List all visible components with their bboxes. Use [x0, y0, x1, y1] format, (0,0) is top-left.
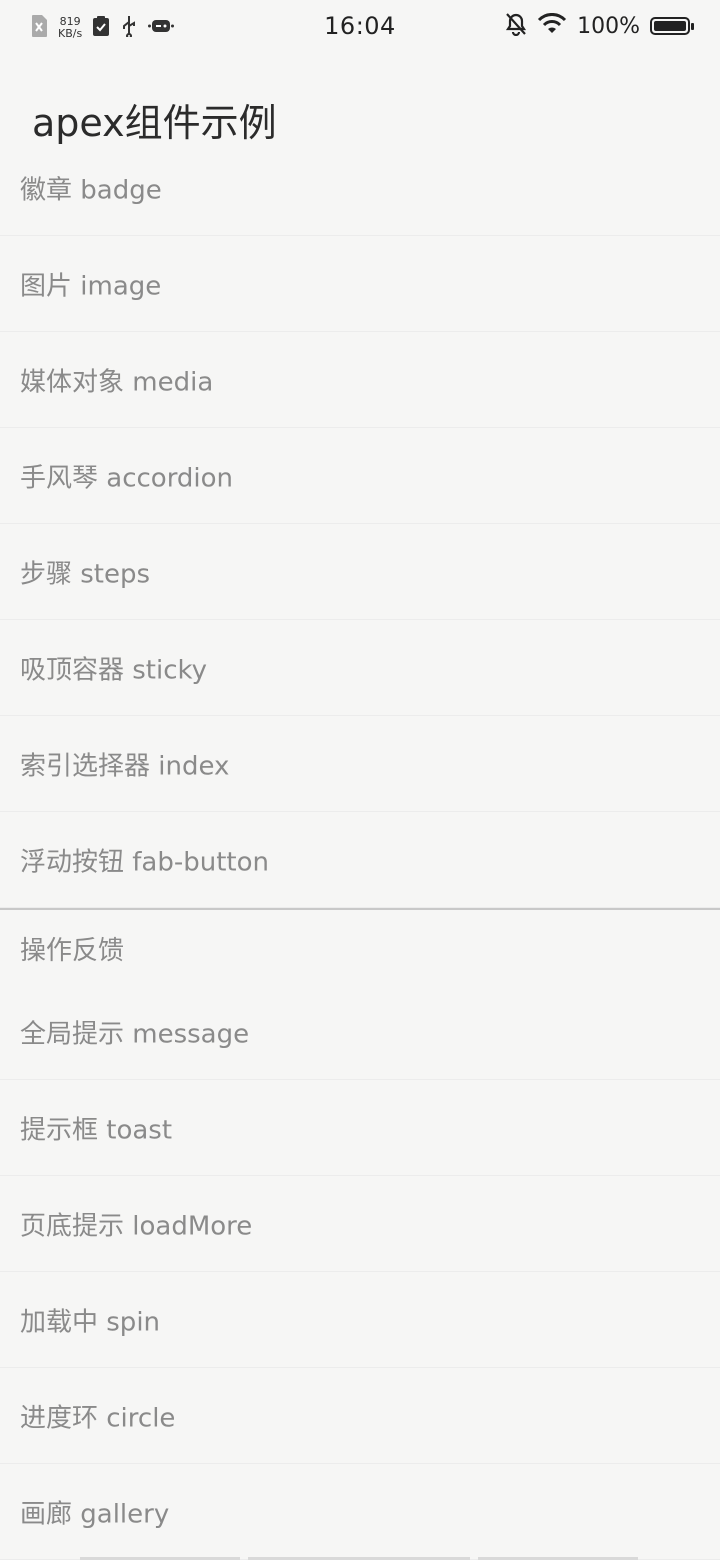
list-item-message[interactable]: 全局提示 message: [0, 984, 720, 1080]
list-item-gallery[interactable]: 画廊 gallery: [0, 1464, 720, 1560]
list-item-label: 图片 image: [20, 271, 162, 301]
battery-percent: 100%: [577, 13, 640, 39]
list-item-sticky[interactable]: 吸顶容器 sticky: [0, 620, 720, 716]
status-bar: 819 KB/s 16:04 100%: [0, 0, 720, 56]
list-item-steps[interactable]: 步骤 steps: [0, 524, 720, 620]
list-item-spin[interactable]: 加载中 spin: [0, 1272, 720, 1368]
wifi-icon: [537, 13, 567, 39]
list-item-label: 吸顶容器 sticky: [20, 655, 208, 685]
status-right-icons: 100%: [505, 12, 694, 40]
list-item-label: 手风琴 accordion: [20, 463, 234, 493]
component-list: 徽章 badge 图片 image 媒体对象 media 手风琴 accordi…: [0, 140, 720, 1560]
list-item-label: 画廊 gallery: [20, 1499, 170, 1529]
list-item-label: 步骤 steps: [20, 559, 151, 589]
list-item-label: 页底提示 loadMore: [20, 1211, 253, 1241]
section-header-feedback: 操作反馈: [0, 908, 720, 984]
section-title: 操作反馈: [20, 936, 125, 966]
list-item-image[interactable]: 图片 image: [0, 236, 720, 332]
list-item-fab-button[interactable]: 浮动按钮 fab-button: [0, 812, 720, 908]
battery-icon: [650, 17, 694, 35]
page-title: apex组件示例: [32, 101, 277, 145]
list-item-label: 媒体对象 media: [20, 367, 214, 397]
list-item-label: 提示框 toast: [20, 1115, 173, 1145]
list-item-label: 徽章 badge: [20, 175, 162, 205]
battery-level: [654, 21, 686, 31]
list-item-label: 加载中 spin: [20, 1307, 161, 1337]
list-item-badge[interactable]: 徽章 badge: [0, 140, 720, 236]
bottom-edge: [0, 1556, 720, 1560]
list-item-media[interactable]: 媒体对象 media: [0, 332, 720, 428]
list-item-loadmore[interactable]: 页底提示 loadMore: [0, 1176, 720, 1272]
list-item-label: 全局提示 message: [20, 1019, 250, 1049]
list-item-label: 进度环 circle: [20, 1403, 176, 1433]
list-item-circle[interactable]: 进度环 circle: [0, 1368, 720, 1464]
list-item-accordion[interactable]: 手风琴 accordion: [0, 428, 720, 524]
list-item-index[interactable]: 索引选择器 index: [0, 716, 720, 812]
bell-muted-icon: [505, 12, 527, 40]
list-item-toast[interactable]: 提示框 toast: [0, 1080, 720, 1176]
list-item-label: 浮动按钮 fab-button: [20, 847, 269, 877]
list-item-label: 索引选择器 index: [20, 751, 230, 781]
